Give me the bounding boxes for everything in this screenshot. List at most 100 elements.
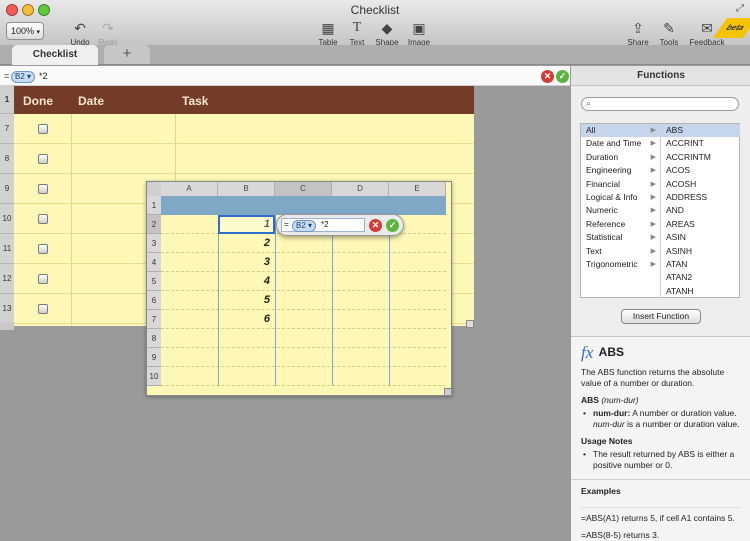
row-header[interactable]: 12 [0,264,14,294]
category-item[interactable]: Numeric ▶ [581,204,661,218]
tab-checklist[interactable]: Checklist [12,45,98,65]
row-header[interactable]: 7 [0,114,14,144]
row-header[interactable]: 9 [147,348,161,367]
done-checkbox[interactable] [38,154,48,164]
row-header[interactable]: 3 [147,234,161,253]
function-item[interactable]: ASINH [661,245,740,258]
column-header-b[interactable]: B [218,182,275,196]
function-item[interactable]: ACOS [661,164,740,177]
column-header-c[interactable]: C [275,182,332,196]
done-checkbox[interactable] [38,184,48,194]
category-label: Logical & Info [586,192,638,202]
inline-formula-editor[interactable]: = B2 ▾ *2 ✕ ✓ [276,214,404,236]
category-item[interactable]: All ▶ [581,124,661,138]
usage-note: The result returned by ABS is either a p… [593,449,735,470]
tools-button[interactable]: ✎ Tools [649,20,689,47]
column-header-d[interactable]: D [332,182,389,196]
cancel-formula-button[interactable]: ✕ [541,70,554,83]
category-item[interactable]: Statistical ▶ [581,231,661,245]
category-item[interactable]: Text ▶ [581,244,661,258]
row-header[interactable]: 5 [147,272,161,291]
column-divider [71,114,72,326]
row-header[interactable]: 4 [147,253,161,272]
function-item[interactable]: ASIN [661,231,740,244]
done-checkbox[interactable] [38,124,48,134]
category-item[interactable] [581,284,661,299]
redo-button[interactable]: ↷ Redo [88,20,128,47]
table-cell[interactable]: 6 [218,310,273,329]
category-item[interactable]: Duration ▶ [581,150,661,165]
add-sheet-button[interactable]: + [104,45,150,64]
row-header[interactable]: 1 [0,86,14,114]
formula-bar[interactable]: = B2 ▾ *2 ✕ ✓ [0,66,570,86]
help-function-name: ABS [598,345,624,359]
image-button[interactable]: ▣ Image [399,20,439,47]
function-item[interactable]: AND [661,204,740,217]
table-corner-handle[interactable] [0,322,14,330]
shape-icon: ◆ [381,20,393,36]
fullscreen-icon[interactable]: ⤢ [736,3,744,14]
row-header[interactable]: 6 [147,291,161,310]
table-cell[interactable]: 4 [218,272,273,291]
done-checkbox[interactable] [38,244,48,254]
function-search-input[interactable]: ⌕ [581,97,739,111]
row-header[interactable]: 8 [0,144,14,174]
table-cell[interactable]: 3 [218,253,273,272]
function-item[interactable]: ATANH [661,285,740,298]
function-item[interactable]: ACCRINT [661,137,740,150]
header-done: Done [23,94,53,108]
table-cell[interactable]: 5 [218,291,273,310]
table-resize-handle[interactable] [444,388,452,396]
row-header[interactable]: 7 [147,310,161,329]
zoom-select[interactable]: 100% ▾ [6,22,44,40]
done-checkbox[interactable] [38,214,48,224]
category-item[interactable]: Financial ▶ [581,177,661,191]
table-resize-handle[interactable] [466,320,474,328]
category-item[interactable] [581,271,661,285]
function-item[interactable]: ABS [661,124,740,138]
functions-panel: Functions ⌕ ABS ACCRINT ACCRINTM ACOS ACOSH A… [570,66,750,541]
category-item[interactable]: Date and Time ▶ [581,137,661,151]
function-item[interactable]: ACCRINTM [661,151,740,164]
selected-cell-b2[interactable] [218,215,275,234]
inline-cancel-button[interactable]: ✕ [369,219,382,232]
column-header-a[interactable]: A [161,182,218,196]
column-header-e[interactable]: E [389,182,446,196]
cell-reference-token[interactable]: B2 ▾ [11,71,36,83]
sheet-tab-bar: Checklist + [0,45,750,65]
category-item[interactable]: Reference ▶ [581,217,661,232]
inline-prefix: = [284,220,289,229]
category-item[interactable]: Trigonometric ▶ [581,258,661,272]
row-divider [161,271,446,272]
row-divider [161,290,446,291]
function-item[interactable]: ATAN [661,258,740,271]
column-divider [275,215,276,386]
inline-token-label: B2 [296,221,306,230]
done-checkbox[interactable] [38,304,48,314]
token-label: B2 [15,72,25,81]
function-item[interactable]: AREAS [661,218,740,231]
row-header[interactable]: 13 [0,294,14,324]
row-header[interactable]: 10 [0,204,14,234]
row-header[interactable]: 8 [147,329,161,348]
inline-cell-token[interactable]: B2 ▾ [292,220,317,232]
chevron-right-icon: ▶ [650,140,656,148]
category-item[interactable]: Logical & Info ▶ [581,191,661,205]
row-header[interactable]: 9 [0,174,14,204]
table-select-corner[interactable] [147,182,161,196]
accept-formula-button[interactable]: ✓ [556,70,569,83]
row-header[interactable]: 2 [147,215,161,234]
done-checkbox[interactable] [38,274,48,284]
row-header[interactable]: 10 [147,367,161,386]
function-item[interactable]: ATAN2 [661,271,740,284]
table-cell[interactable]: 2 [218,234,273,253]
chevron-right-icon: ▶ [650,207,656,215]
row-header[interactable]: 11 [0,234,14,264]
category-item[interactable]: Engineering ▶ [581,164,661,178]
inline-accept-button[interactable]: ✓ [386,219,399,232]
insert-function-button[interactable]: Insert Function [621,309,701,324]
row-header[interactable]: 1 [147,196,161,215]
header-date: Date [78,94,105,108]
function-item[interactable]: ADDRESS [661,191,740,204]
function-item[interactable]: ACOSH [661,178,740,191]
